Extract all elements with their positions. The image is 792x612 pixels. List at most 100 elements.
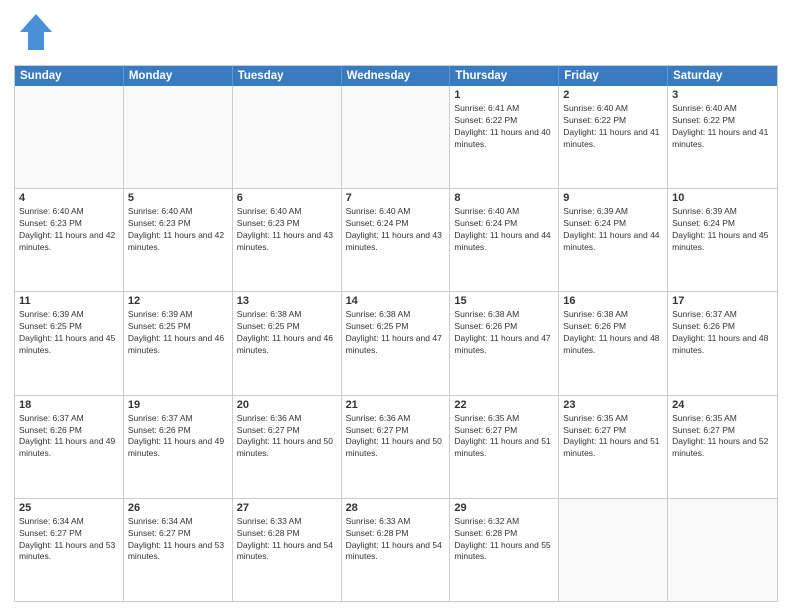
- cell-info: Sunrise: 6:38 AM Sunset: 6:26 PM Dayligh…: [563, 309, 663, 357]
- day-cell-16: 16Sunrise: 6:38 AM Sunset: 6:26 PM Dayli…: [559, 292, 668, 394]
- header-day-thursday: Thursday: [450, 66, 559, 86]
- cell-info: Sunrise: 6:35 AM Sunset: 6:27 PM Dayligh…: [563, 413, 663, 461]
- day-number: 21: [346, 399, 446, 411]
- day-number: 27: [237, 502, 337, 514]
- day-number: 24: [672, 399, 773, 411]
- day-number: 8: [454, 192, 554, 204]
- header-day-saturday: Saturday: [668, 66, 777, 86]
- cell-info: Sunrise: 6:36 AM Sunset: 6:27 PM Dayligh…: [346, 413, 446, 461]
- day-number: 12: [128, 295, 228, 307]
- day-cell-21: 21 Sunrise: 6:36 AM Sunset: 6:27 PM Dayli…: [342, 396, 451, 498]
- calendar-body: 1 Sunrise: 6:41 AM Sunset: 6:22 PM Daylig…: [15, 86, 777, 601]
- day-cell-7: 7Sunrise: 6:40 AM Sunset: 6:24 PM Daylig…: [342, 189, 451, 291]
- day-number: 18: [19, 399, 119, 411]
- day-number: 19: [128, 399, 228, 411]
- cell-info: Sunrise: 6:40 AM Sunset: 6:22 PM Dayligh…: [672, 103, 773, 151]
- day-cell-24: 24 Sunrise: 6:35 AM Sunset: 6:27 PM Dayli…: [668, 396, 777, 498]
- day-cell-2: 2 Sunrise: 6:40 AM Sunset: 6:22 PM Daylig…: [559, 86, 668, 188]
- empty-cell: [15, 86, 124, 188]
- cell-info: Sunrise: 6:40 AM Sunset: 6:24 PM Dayligh…: [346, 206, 446, 254]
- cell-info: Sunrise: 6:39 AM Sunset: 6:24 PM Dayligh…: [563, 206, 663, 254]
- cell-info: Sunrise: 6:40 AM Sunset: 6:22 PM Dayligh…: [563, 103, 663, 151]
- day-number: 2: [563, 89, 663, 101]
- calendar-header: SundayMondayTuesdayWednesdayThursdayFrid…: [15, 66, 777, 86]
- day-cell-8: 8 Sunrise: 6:40 AM Sunset: 6:24 PM Daylig…: [450, 189, 559, 291]
- day-number: 17: [672, 295, 773, 307]
- empty-cell: [342, 86, 451, 188]
- header-day-tuesday: Tuesday: [233, 66, 342, 86]
- cell-info: Sunrise: 6:38 AM Sunset: 6:26 PM Dayligh…: [454, 309, 554, 357]
- cell-info: Sunrise: 6:39 AM Sunset: 6:25 PM Dayligh…: [128, 309, 228, 357]
- day-cell-13: 13 Sunrise: 6:38 AM Sunset: 6:25 PM Dayli…: [233, 292, 342, 394]
- day-cell-4: 4Sunrise: 6:40 AM Sunset: 6:23 PM Daylig…: [15, 189, 124, 291]
- day-cell-15: 15 Sunrise: 6:38 AM Sunset: 6:26 PM Dayli…: [450, 292, 559, 394]
- cell-info: Sunrise: 6:40 AM Sunset: 6:23 PM Dayligh…: [19, 206, 119, 254]
- empty-cell: [124, 86, 233, 188]
- week-row-4: 18 Sunrise: 6:37 AM Sunset: 6:26 PM Dayli…: [15, 396, 777, 499]
- day-number: 29: [454, 502, 554, 514]
- calendar: SundayMondayTuesdayWednesdayThursdayFrid…: [14, 65, 778, 602]
- day-number: 23: [563, 399, 663, 411]
- day-number: 3: [672, 89, 773, 101]
- header: [14, 10, 778, 59]
- day-number: 26: [128, 502, 228, 514]
- day-number: 22: [454, 399, 554, 411]
- day-cell-17: 17 Sunrise: 6:37 AM Sunset: 6:26 PM Dayli…: [668, 292, 777, 394]
- day-cell-18: 18 Sunrise: 6:37 AM Sunset: 6:26 PM Dayli…: [15, 396, 124, 498]
- empty-cell: [233, 86, 342, 188]
- logo-icon: [14, 10, 58, 54]
- day-cell-19: 19 Sunrise: 6:37 AM Sunset: 6:26 PM Dayli…: [124, 396, 233, 498]
- day-cell-25: 25 Sunrise: 6:34 AM Sunset: 6:27 PM Dayli…: [15, 499, 124, 601]
- cell-info: Sunrise: 6:37 AM Sunset: 6:26 PM Dayligh…: [128, 413, 228, 461]
- day-number: 13: [237, 295, 337, 307]
- cell-info: Sunrise: 6:36 AM Sunset: 6:27 PM Dayligh…: [237, 413, 337, 461]
- header-day-sunday: Sunday: [15, 66, 124, 86]
- week-row-2: 4Sunrise: 6:40 AM Sunset: 6:23 PM Daylig…: [15, 189, 777, 292]
- empty-cell: [668, 499, 777, 601]
- logo: [14, 10, 60, 59]
- day-cell-6: 6 Sunrise: 6:40 AM Sunset: 6:23 PM Daylig…: [233, 189, 342, 291]
- cell-info: Sunrise: 6:37 AM Sunset: 6:26 PM Dayligh…: [19, 413, 119, 461]
- day-cell-22: 22 Sunrise: 6:35 AM Sunset: 6:27 PM Dayli…: [450, 396, 559, 498]
- cell-info: Sunrise: 6:40 AM Sunset: 6:23 PM Dayligh…: [128, 206, 228, 254]
- day-number: 15: [454, 295, 554, 307]
- day-number: 6: [237, 192, 337, 204]
- day-number: 28: [346, 502, 446, 514]
- header-day-monday: Monday: [124, 66, 233, 86]
- empty-cell: [559, 499, 668, 601]
- cell-info: Sunrise: 6:34 AM Sunset: 6:27 PM Dayligh…: [128, 516, 228, 564]
- cell-info: Sunrise: 6:35 AM Sunset: 6:27 PM Dayligh…: [672, 413, 773, 461]
- header-day-wednesday: Wednesday: [342, 66, 451, 86]
- cell-info: Sunrise: 6:33 AM Sunset: 6:28 PM Dayligh…: [346, 516, 446, 564]
- header-day-friday: Friday: [559, 66, 668, 86]
- cell-info: Sunrise: 6:39 AM Sunset: 6:24 PM Dayligh…: [672, 206, 773, 254]
- page: SundayMondayTuesdayWednesdayThursdayFrid…: [0, 0, 792, 612]
- cell-info: Sunrise: 6:35 AM Sunset: 6:27 PM Dayligh…: [454, 413, 554, 461]
- week-row-3: 11 Sunrise: 6:39 AM Sunset: 6:25 PM Dayli…: [15, 292, 777, 395]
- day-cell-23: 23 Sunrise: 6:35 AM Sunset: 6:27 PM Dayli…: [559, 396, 668, 498]
- cell-info: Sunrise: 6:41 AM Sunset: 6:22 PM Dayligh…: [454, 103, 554, 151]
- cell-info: Sunrise: 6:39 AM Sunset: 6:25 PM Dayligh…: [19, 309, 119, 357]
- cell-info: Sunrise: 6:33 AM Sunset: 6:28 PM Dayligh…: [237, 516, 337, 564]
- day-number: 1: [454, 89, 554, 101]
- cell-info: Sunrise: 6:40 AM Sunset: 6:24 PM Dayligh…: [454, 206, 554, 254]
- day-number: 10: [672, 192, 773, 204]
- cell-info: Sunrise: 6:32 AM Sunset: 6:28 PM Dayligh…: [454, 516, 554, 564]
- day-cell-5: 5Sunrise: 6:40 AM Sunset: 6:23 PM Daylig…: [124, 189, 233, 291]
- cell-info: Sunrise: 6:38 AM Sunset: 6:25 PM Dayligh…: [237, 309, 337, 357]
- cell-info: Sunrise: 6:38 AM Sunset: 6:25 PM Dayligh…: [346, 309, 446, 357]
- cell-info: Sunrise: 6:40 AM Sunset: 6:23 PM Dayligh…: [237, 206, 337, 254]
- day-number: 11: [19, 295, 119, 307]
- day-cell-10: 10 Sunrise: 6:39 AM Sunset: 6:24 PM Dayli…: [668, 189, 777, 291]
- day-number: 9: [563, 192, 663, 204]
- day-number: 14: [346, 295, 446, 307]
- day-cell-11: 11 Sunrise: 6:39 AM Sunset: 6:25 PM Dayli…: [15, 292, 124, 394]
- day-cell-9: 9 Sunrise: 6:39 AM Sunset: 6:24 PM Daylig…: [559, 189, 668, 291]
- cell-info: Sunrise: 6:34 AM Sunset: 6:27 PM Dayligh…: [19, 516, 119, 564]
- day-cell-3: 3 Sunrise: 6:40 AM Sunset: 6:22 PM Daylig…: [668, 86, 777, 188]
- day-cell-29: 29 Sunrise: 6:32 AM Sunset: 6:28 PM Dayli…: [450, 499, 559, 601]
- day-cell-26: 26 Sunrise: 6:34 AM Sunset: 6:27 PM Dayli…: [124, 499, 233, 601]
- cell-info: Sunrise: 6:37 AM Sunset: 6:26 PM Dayligh…: [672, 309, 773, 357]
- week-row-1: 1 Sunrise: 6:41 AM Sunset: 6:22 PM Daylig…: [15, 86, 777, 189]
- day-number: 25: [19, 502, 119, 514]
